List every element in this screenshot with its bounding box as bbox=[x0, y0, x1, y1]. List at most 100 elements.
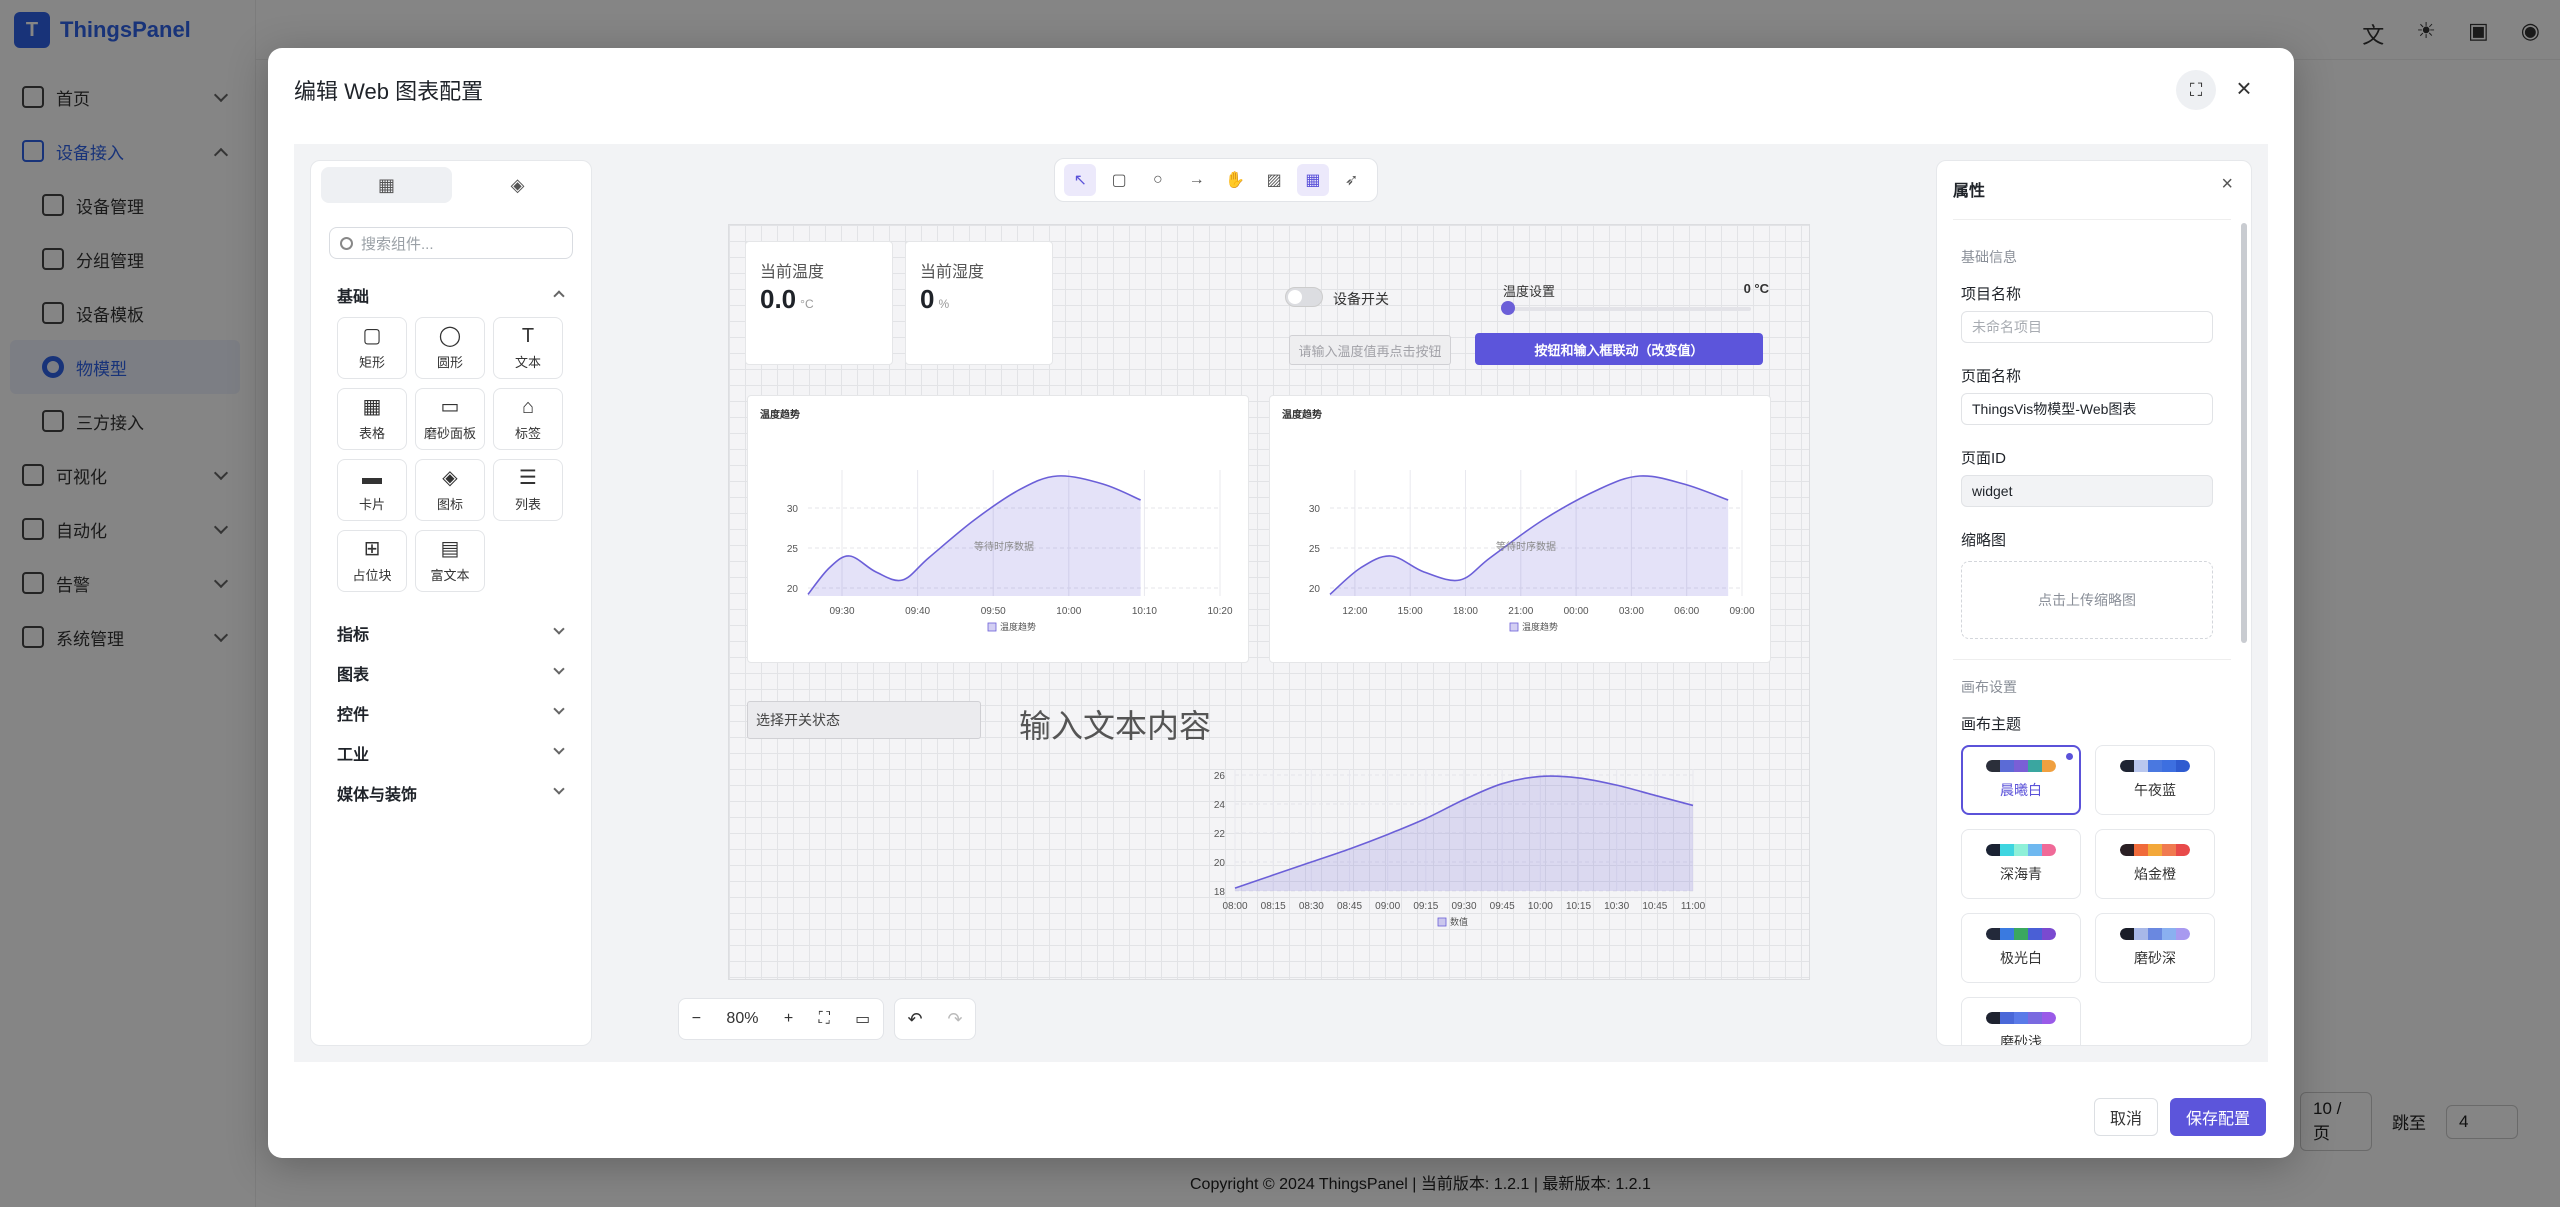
legend-label[interactable]: 温度趋势 bbox=[1522, 621, 1558, 632]
x-tick-label: 08:45 bbox=[1337, 901, 1362, 912]
component-item[interactable]: ◯ 圆形 bbox=[415, 317, 485, 379]
cancel-button[interactable]: 取消 bbox=[2094, 1098, 2158, 1136]
save-button[interactable]: 保存配置 bbox=[2170, 1098, 2266, 1136]
device-switch[interactable] bbox=[1285, 287, 1323, 307]
tab-layers[interactable]: ◈ bbox=[452, 167, 583, 203]
temperature-chart-2: 温度趋势 20 25 30 12:00 15:00 18:00 21:00 00:00 03:00… bbox=[1282, 408, 1755, 632]
component-label: 表格 bbox=[358, 425, 385, 441]
x-tick-label: 10:30 bbox=[1604, 901, 1629, 912]
fit-screen-icon[interactable]: ⛶ bbox=[819, 1010, 830, 1028]
edit-chart-modal: 编辑 Web 图表配置 ⛶ × ▦ ◈ 搜索组件... ▢ 矩形 ◯ 圆形 T 文本 ▦ 表格… bbox=[268, 48, 2294, 1158]
x-tick-label: 10:45 bbox=[1642, 901, 1667, 912]
section-title: 指标 bbox=[337, 627, 370, 644]
section-header-5[interactable]: 媒体与装饰 bbox=[337, 781, 569, 805]
page-id-input[interactable]: widget bbox=[1961, 475, 2213, 507]
switch-state-select[interactable]: 选择开关状态 bbox=[747, 701, 981, 739]
rectangle-tool-button[interactable]: ▢ bbox=[1103, 164, 1135, 196]
grid-tool-button[interactable]: ▦ bbox=[1296, 164, 1329, 196]
tab-components[interactable]: ▦ bbox=[321, 167, 452, 203]
scrollbar[interactable] bbox=[2241, 223, 2247, 643]
section-header-3[interactable]: 控件 bbox=[337, 701, 569, 725]
component-item[interactable]: ▤ 富文本 bbox=[415, 530, 485, 592]
chart-annotation: 等待时序数据 bbox=[1496, 540, 1556, 553]
section-header-4[interactable]: 工业 bbox=[337, 741, 569, 765]
fullscreen-icon[interactable]: ⛶ bbox=[2176, 70, 2216, 110]
y-tick-label: 20 bbox=[1214, 858, 1226, 869]
close-icon[interactable]: × bbox=[2228, 72, 2260, 104]
temperature-input[interactable]: 请输入温度值再点击按钮 bbox=[1289, 335, 1451, 365]
value-chart[interactable]: 18 20 22 24 26 08:00 08:15 08:30 08:45 09:00 09:15… bbox=[1209, 745, 1709, 945]
component-item[interactable]: ⌂ 标签 bbox=[493, 388, 563, 450]
kpi-value: 0% bbox=[920, 284, 950, 314]
kpi-card-temperature[interactable]: 当前温度 0.0 °C bbox=[745, 241, 893, 365]
theme-option[interactable]: 深海青 bbox=[1961, 829, 2081, 899]
section-title: 图表 bbox=[337, 667, 370, 684]
select-icon: ↖ bbox=[1073, 172, 1088, 189]
project-name-input[interactable]: 未命名项目 bbox=[1961, 311, 2213, 343]
theme-option[interactable]: 晨曦白 bbox=[1961, 745, 2081, 815]
slider-value: 0 °C bbox=[1743, 281, 1769, 296]
theme-option[interactable]: 午夜蓝 bbox=[2095, 745, 2215, 815]
rectangle-icon: ▢ bbox=[1111, 172, 1127, 189]
component-item[interactable]: ⊞ 占位块 bbox=[337, 530, 407, 592]
link-button[interactable]: 按钮和输入框联动（改变值） bbox=[1475, 333, 1763, 365]
theme-option[interactable]: 焰金橙 bbox=[2095, 829, 2215, 899]
theme-option[interactable]: 磨砂浅 bbox=[1961, 997, 2081, 1046]
canvas-theme-label: 画布主题 bbox=[1961, 716, 2022, 733]
monitor-icon[interactable]: ▭ bbox=[855, 1009, 870, 1029]
table-icon: ▦ bbox=[362, 395, 382, 418]
design-canvas[interactable]: 当前温度 0.0 °C 当前湿度 0% 设备开关 温度设置 0 °C 请输入温度值… bbox=[728, 224, 1810, 980]
thumbnail-upload[interactable]: 点击上传缩略图 bbox=[1961, 561, 2213, 639]
chevron-icon bbox=[553, 703, 565, 715]
component-item[interactable]: ▭ 磨砂面板 bbox=[415, 388, 485, 450]
x-tick-label: 12:00 bbox=[1342, 606, 1367, 617]
component-label: 图标 bbox=[436, 496, 463, 512]
shapes-icon: ◈ bbox=[442, 466, 458, 489]
chart-card-2[interactable]: 温度趋势 20 25 30 12:00 15:00 18:00 21:00 00:00 03:00… bbox=[1269, 395, 1771, 663]
legend-label[interactable]: 数值 bbox=[1450, 916, 1468, 927]
component-item[interactable]: ▢ 矩形 bbox=[337, 317, 407, 379]
chart-title: 温度趋势 bbox=[1282, 408, 1322, 421]
temperature-slider[interactable] bbox=[1507, 307, 1751, 311]
zoom-out-icon[interactable]: − bbox=[692, 1010, 701, 1028]
component-item[interactable]: ▦ 表格 bbox=[337, 388, 407, 450]
section-header-1[interactable]: 指标 bbox=[337, 621, 569, 645]
zoom-in-icon[interactable]: + bbox=[784, 1010, 793, 1028]
undo-icon[interactable]: ↶ bbox=[907, 1009, 922, 1030]
component-item[interactable]: ▬ 卡片 bbox=[337, 459, 407, 521]
legend-label[interactable]: 温度趋势 bbox=[1000, 621, 1036, 632]
kpi-card-humidity[interactable]: 当前湿度 0% bbox=[905, 241, 1053, 365]
component-item[interactable]: ☰ 列表 bbox=[493, 459, 563, 521]
theme-option[interactable]: 极光白 bbox=[1961, 913, 2081, 983]
image-tool-button[interactable]: ▨ bbox=[1258, 164, 1290, 196]
component-item[interactable]: ◈ 图标 bbox=[415, 459, 485, 521]
section-header-0[interactable]: 基础 bbox=[337, 283, 569, 307]
kpi-label: 当前湿度 bbox=[920, 264, 985, 281]
hand-tool-button[interactable]: ✋ bbox=[1219, 164, 1251, 196]
kpi-card-empty bbox=[1065, 241, 1223, 365]
redo-icon[interactable]: ↷ bbox=[947, 1009, 962, 1030]
layers-icon: ◈ bbox=[510, 174, 525, 195]
x-tick-label: 11:00 bbox=[1681, 901, 1706, 912]
chevron-icon bbox=[553, 743, 565, 755]
arrow-tool-button[interactable]: → bbox=[1181, 164, 1213, 196]
chart-card-1[interactable]: 温度趋势 20 25 30 09:30 09:40 09:50 10:00 10:10 10:20… bbox=[747, 395, 1249, 663]
x-tick-label: 09:50 bbox=[981, 606, 1006, 617]
slider-thumb[interactable] bbox=[1501, 301, 1515, 315]
legend-swatch bbox=[1509, 622, 1519, 632]
page-name-input[interactable]: ThingsVis物模型-Web图表 bbox=[1961, 393, 2213, 425]
component-item[interactable]: T 文本 bbox=[493, 317, 563, 379]
component-search[interactable]: 搜索组件... bbox=[329, 227, 573, 259]
select-tool-button[interactable]: ↖ bbox=[1064, 164, 1097, 196]
x-tick-label: 08:00 bbox=[1222, 901, 1247, 912]
theme-option[interactable]: 磨砂深 bbox=[2095, 913, 2215, 983]
circle-tool-button[interactable]: ○ bbox=[1142, 164, 1174, 196]
text-block[interactable]: 输入文本内容 bbox=[1019, 701, 1211, 747]
theme-name: 晨曦白 bbox=[2000, 782, 2042, 798]
section-header-2[interactable]: 图表 bbox=[337, 661, 569, 685]
chart-title: 温度趋势 bbox=[760, 408, 800, 421]
grid-icon: ▦ bbox=[1305, 172, 1321, 189]
close-icon[interactable]: × bbox=[2221, 173, 2233, 196]
theme-name: 磨砂浅 bbox=[2000, 1034, 2042, 1046]
publish-tool-button[interactable]: ➶ bbox=[1336, 164, 1368, 196]
